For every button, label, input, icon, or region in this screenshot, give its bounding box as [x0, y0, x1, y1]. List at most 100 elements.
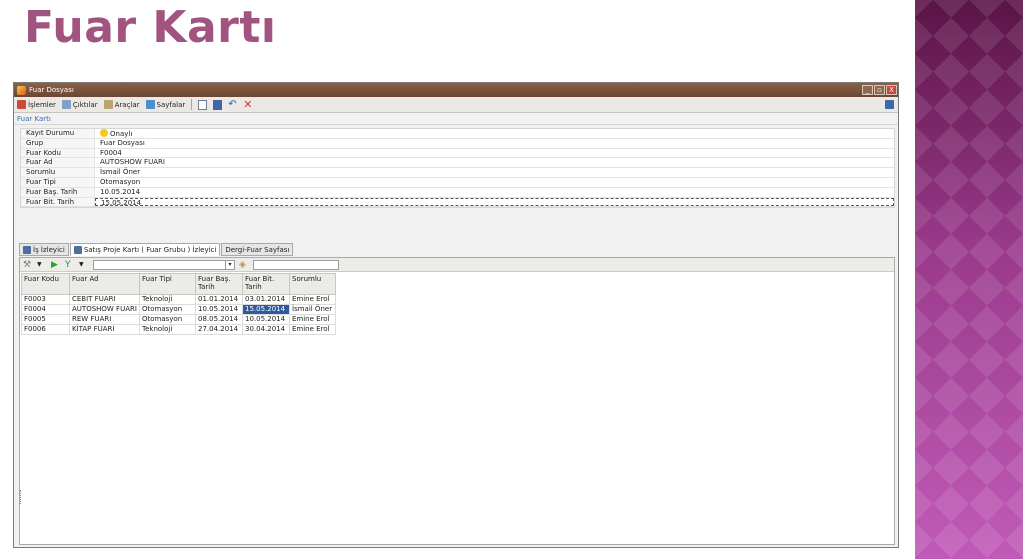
smiley-icon	[100, 129, 108, 137]
table-cell[interactable]: İsmail Öner	[289, 304, 336, 315]
form-value[interactable]: İsmail Öner	[95, 168, 894, 177]
table-cell[interactable]: Otomasyon	[139, 314, 196, 325]
menu-ciktilar-label: Çıktılar	[72, 100, 98, 109]
form-label: Fuar Ad	[21, 158, 95, 168]
table-cell[interactable]: Emine Erol	[289, 294, 336, 305]
form-value-active[interactable]: 15.05.2014	[95, 197, 894, 207]
minimize-button[interactable]: _	[862, 85, 873, 95]
undo-icon[interactable]: ↶	[228, 99, 237, 110]
grid-toolbar: ⚒ ▼ ▶ Y ▼ ▾ ◈	[20, 258, 894, 272]
col-header-fuar-bas-tarih[interactable]: Fuar Baş. Tarih	[195, 273, 243, 295]
table-cell[interactable]: KİTAP FUARI	[69, 324, 140, 335]
table-row[interactable]: F0004 AUTOSHOW FUARI Otomasyon 10.05.201…	[21, 304, 336, 315]
col-header-fuar-bit-tarih[interactable]: Fuar Bit. Tarih	[242, 273, 290, 295]
form-row-kayit-durumu: Kayıt Durumu Onaylı	[21, 129, 894, 139]
form-label: Fuar Tipi	[21, 177, 95, 187]
window-titlebar[interactable]: Fuar Dosyası _ ▫ X	[14, 83, 898, 97]
help-book-icon[interactable]	[885, 100, 894, 109]
table-row[interactable]: F0005 REW FUARI Otomasyon 08.05.2014 10.…	[21, 314, 336, 325]
new-document-icon[interactable]	[198, 99, 208, 110]
monitor-icon	[23, 245, 31, 254]
form-value[interactable]: Otomasyon	[95, 178, 894, 187]
restore-button[interactable]: ▫	[874, 85, 885, 95]
form-row-sorumlu: Sorumlu İsmail Öner	[21, 168, 894, 178]
table-cell[interactable]: 27.04.2014	[195, 324, 243, 335]
pages-icon	[145, 100, 155, 109]
table-row[interactable]: F0003 CEBIT FUARI Teknoloji 01.01.2014 0…	[21, 294, 336, 305]
combo-arrow-icon[interactable]: ▾	[225, 260, 234, 269]
tab-label: Dergi-Fuar Sayfası	[225, 245, 290, 254]
page-title: Fuar Kartı	[24, 2, 277, 53]
table-cell[interactable]: Teknoloji	[139, 294, 196, 305]
menu-islemler-label: İşlemler	[28, 100, 56, 109]
menu-sayfalar[interactable]: Sayfalar	[145, 100, 186, 109]
table-cell-selected[interactable]: 15.05.2014	[242, 304, 290, 315]
form-value-status[interactable]: Onaylı	[95, 129, 894, 138]
window-controls: _ ▫ X	[862, 85, 898, 95]
tab-label: Satış Proje Kartı ( Fuar Grubu ) İzleyic…	[83, 245, 217, 254]
form-label: Fuar Baş. Tarih	[21, 187, 95, 197]
status-text: Onaylı	[110, 130, 133, 138]
table-cell[interactable]: Emine Erol	[289, 324, 336, 335]
chevron-down-icon[interactable]: ▼	[79, 260, 89, 270]
tab-dergi-fuar-sayfasi[interactable]: Dergi-Fuar Sayfası	[221, 243, 294, 256]
table-cell[interactable]: 03.01.2014	[242, 294, 290, 305]
col-header-fuar-kodu[interactable]: Fuar Kodu	[21, 273, 70, 295]
chevron-down-icon[interactable]: ▼	[37, 260, 47, 270]
splitter-grip[interactable]	[20, 490, 23, 504]
form-row-grup: Grup Fuar Dosyası	[21, 138, 894, 149]
table-cell[interactable]: Teknoloji	[139, 324, 196, 335]
menubar: İşlemler Çıktılar Araçlar Sayfalar ↶ ✕	[14, 97, 898, 113]
search-eye-icon[interactable]: ◈	[239, 260, 249, 270]
filter-combo[interactable]: ▾	[93, 259, 235, 270]
table-cell[interactable]: 10.05.2014	[195, 304, 243, 315]
table-cell[interactable]: REW FUARI	[69, 314, 140, 325]
table-cell[interactable]: 10.05.2014	[242, 314, 290, 325]
form-value[interactable]: 10.05.2014	[95, 188, 894, 197]
table-cell[interactable]: F0005	[21, 314, 70, 325]
table-cell[interactable]: Otomasyon	[139, 304, 196, 315]
record-form: Kayıt Durumu Onaylı Grup Fuar Dosyası Fu…	[20, 128, 895, 209]
form-value[interactable]: AUTOSHOW FUARI	[95, 158, 894, 167]
table-cell[interactable]: 01.01.2014	[195, 294, 243, 305]
menu-islemler[interactable]: İşlemler	[17, 100, 56, 109]
table-row[interactable]: F0006 KİTAP FUARI Teknoloji 27.04.2014 3…	[21, 324, 336, 335]
save-icon[interactable]	[213, 99, 223, 110]
col-header-fuar-ad[interactable]: Fuar Ad	[69, 273, 140, 295]
form-label: Grup	[21, 138, 95, 148]
form-value[interactable]: F0004	[95, 149, 894, 158]
slide: Fuar Kartı Fuar Dosyası _ ▫ X İşlemler Ç…	[0, 0, 1023, 559]
form-row-fuar-ad: Fuar Ad AUTOSHOW FUARI	[21, 158, 894, 169]
settings-tools-icon[interactable]: ⚒	[23, 260, 33, 270]
search-input[interactable]	[253, 259, 339, 270]
grid-panel: ⚒ ▼ ▶ Y ▼ ▾ ◈ Fuar Kodu Fuar Ad Fuar Tip…	[19, 257, 895, 545]
filter-icon[interactable]: Y	[65, 260, 75, 270]
tab-label: İş İzleyici	[33, 245, 65, 254]
table-cell[interactable]: F0006	[21, 324, 70, 335]
tab-is-izleyici[interactable]: İş İzleyici	[19, 243, 69, 256]
close-button[interactable]: X	[886, 85, 897, 95]
menu-araclar[interactable]: Araçlar	[103, 100, 140, 109]
table-cell[interactable]: 08.05.2014	[195, 314, 243, 325]
data-grid: Fuar Kodu Fuar Ad Fuar Tipi Fuar Baş. Ta…	[21, 273, 336, 335]
tab-satis-proje-karti[interactable]: Satış Proje Kartı ( Fuar Grubu ) İzleyic…	[69, 243, 221, 256]
table-cell[interactable]: CEBIT FUARI	[69, 294, 140, 305]
decorative-side-band	[915, 0, 1023, 559]
col-header-sorumlu[interactable]: Sorumlu	[289, 273, 336, 295]
run-icon[interactable]: ▶	[51, 260, 61, 270]
menu-sayfalar-label: Sayfalar	[156, 100, 186, 109]
menu-ciktilar[interactable]: Çıktılar	[61, 100, 98, 109]
menu-araclar-label: Araçlar	[114, 100, 140, 109]
form-row-fuar-bas-tarih: Fuar Baş. Tarih 10.05.2014	[21, 187, 894, 198]
table-cell[interactable]: AUTOSHOW FUARI	[69, 304, 140, 315]
operations-icon	[17, 100, 26, 109]
delete-icon[interactable]: ✕	[243, 99, 252, 110]
col-header-fuar-tipi[interactable]: Fuar Tipi	[139, 273, 196, 295]
toolbar-separator	[191, 99, 193, 110]
table-cell[interactable]: F0003	[21, 294, 70, 305]
table-cell[interactable]: 30.04.2014	[242, 324, 290, 335]
table-cell[interactable]: Emine Erol	[289, 314, 336, 325]
table-cell[interactable]: F0004	[21, 304, 70, 315]
form-value[interactable]: Fuar Dosyası	[95, 139, 894, 148]
form-label: Sorumlu	[21, 168, 95, 177]
